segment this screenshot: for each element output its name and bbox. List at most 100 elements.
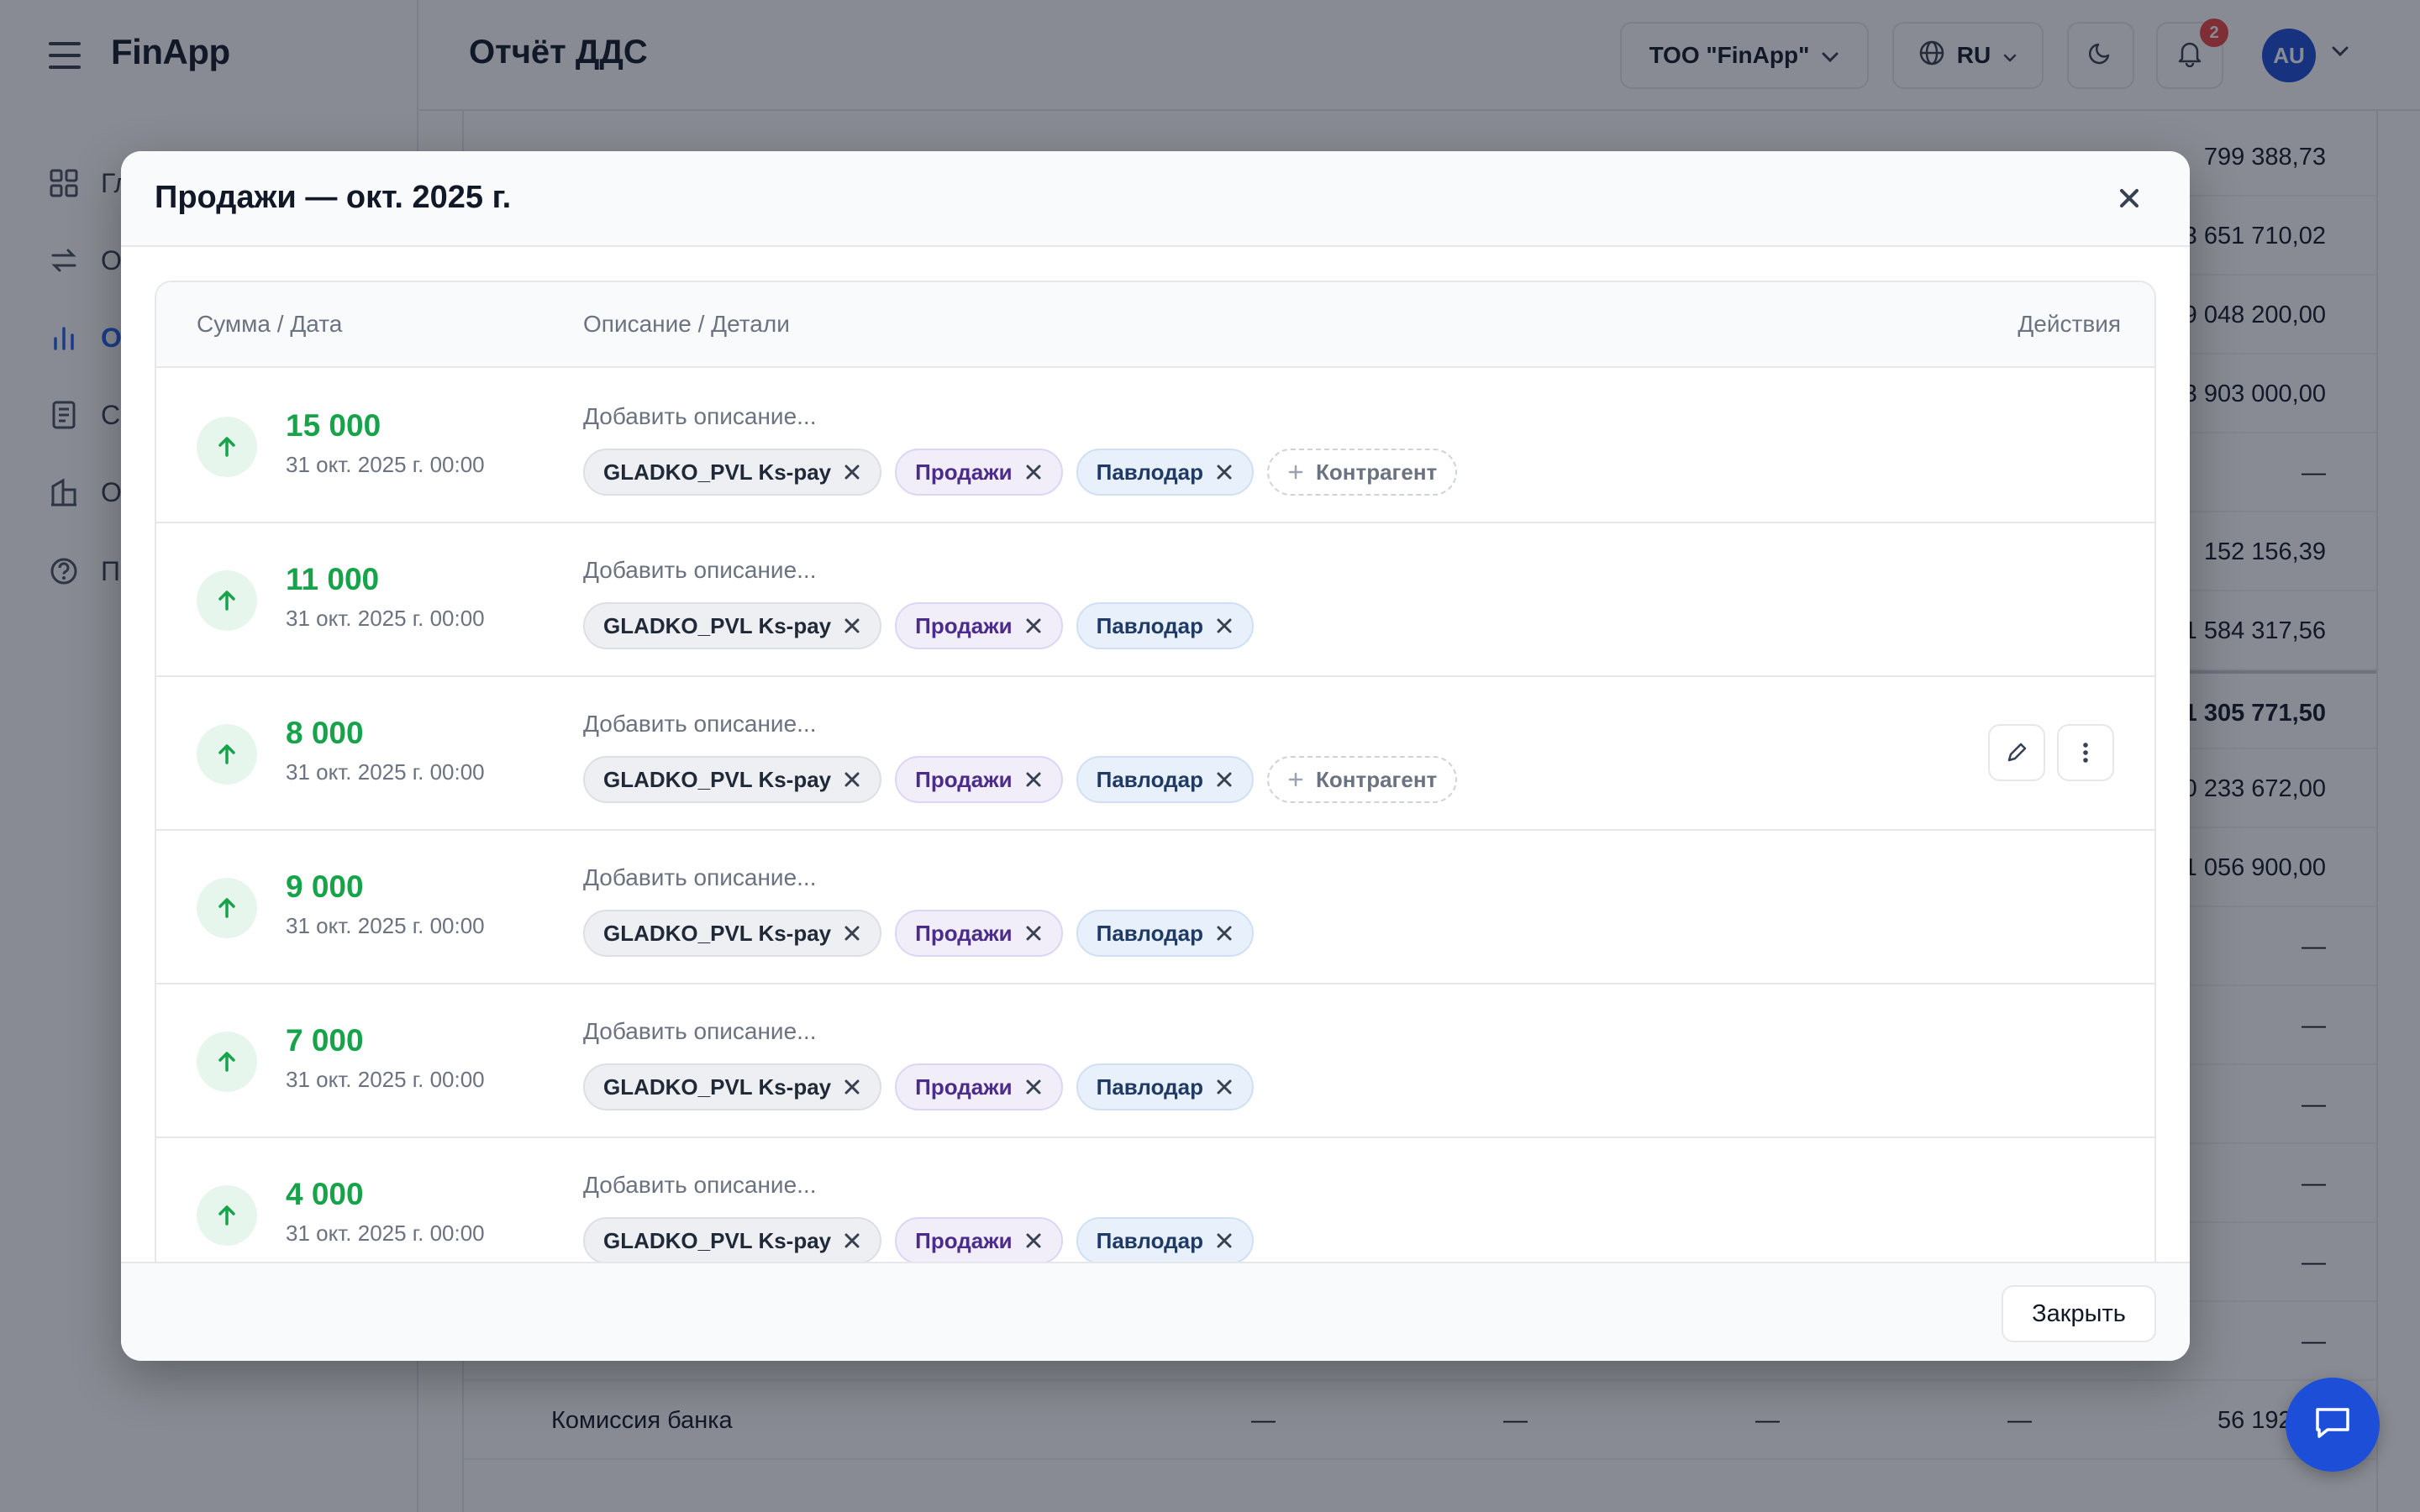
close-icon[interactable] bbox=[2112, 181, 2146, 215]
description-input[interactable]: Добавить описание... bbox=[583, 1018, 816, 1045]
add-counterparty-label: Контрагент bbox=[1316, 459, 1438, 485]
account-tag-label: GLADKO_PVL Ks-pay bbox=[603, 1074, 832, 1100]
description-input[interactable]: Добавить описание... bbox=[583, 711, 816, 738]
account-tag-label: GLADKO_PVL Ks-pay bbox=[603, 612, 832, 638]
category-tag-label: Продажи bbox=[915, 766, 1013, 792]
column-header-description: Описание / Детали bbox=[583, 311, 790, 337]
edit-button[interactable] bbox=[1988, 724, 2045, 781]
tag-list: GLADKO_PVL Ks-pay Продажи Павлодар bbox=[583, 602, 1254, 649]
more-vertical-icon bbox=[2082, 741, 2089, 764]
category-tag[interactable]: Продажи bbox=[895, 449, 1063, 496]
transaction-amount: 9 000 bbox=[286, 869, 364, 904]
close-button[interactable]: Закрыть bbox=[2002, 1285, 2156, 1342]
description-input[interactable]: Добавить описание... bbox=[583, 864, 816, 891]
description-input[interactable]: Добавить описание... bbox=[583, 403, 816, 430]
category-tag[interactable]: Продажи bbox=[895, 602, 1063, 649]
remove-tag-icon[interactable] bbox=[1215, 924, 1234, 942]
city-tag[interactable]: Павлодар bbox=[1076, 1063, 1254, 1110]
remove-tag-icon[interactable] bbox=[843, 1231, 861, 1250]
category-tag[interactable]: Продажи bbox=[895, 1217, 1063, 1264]
account-tag[interactable]: GLADKO_PVL Ks-pay bbox=[583, 756, 882, 803]
chat-button[interactable] bbox=[2286, 1378, 2380, 1472]
remove-tag-icon[interactable] bbox=[1215, 770, 1234, 789]
account-tag[interactable]: GLADKO_PVL Ks-pay bbox=[583, 602, 882, 649]
arrow-up-icon bbox=[197, 1032, 257, 1092]
remove-tag-icon[interactable] bbox=[843, 1078, 861, 1096]
account-tag[interactable]: GLADKO_PVL Ks-pay bbox=[583, 449, 882, 496]
table-header: Сумма / Дата Описание / Детали Действия bbox=[156, 282, 2154, 368]
remove-tag-icon[interactable] bbox=[843, 770, 861, 789]
add-counterparty-button[interactable]: Контрагент bbox=[1267, 449, 1458, 496]
account-tag-label: GLADKO_PVL Ks-pay bbox=[603, 766, 832, 792]
add-counterparty-label: Контрагент bbox=[1316, 766, 1438, 792]
remove-tag-icon[interactable] bbox=[1024, 1231, 1043, 1250]
transaction-amount: 8 000 bbox=[286, 716, 364, 750]
more-options-button[interactable] bbox=[2057, 724, 2114, 781]
city-tag-label: Павлодар bbox=[1096, 612, 1203, 638]
transaction-amount: 15 000 bbox=[286, 408, 381, 443]
city-tag-label: Павлодар bbox=[1096, 1074, 1203, 1100]
remove-tag-icon[interactable] bbox=[1024, 617, 1043, 635]
city-tag-label: Павлодар bbox=[1096, 920, 1203, 946]
transaction-date: 31 окт. 2025 г. 00:00 bbox=[286, 1221, 485, 1246]
city-tag[interactable]: Павлодар bbox=[1076, 449, 1254, 496]
city-tag[interactable]: Павлодар bbox=[1076, 1217, 1254, 1264]
remove-tag-icon[interactable] bbox=[1024, 1078, 1043, 1096]
plus-icon bbox=[1287, 771, 1304, 788]
transaction-row[interactable]: 11 000 31 окт. 2025 г. 00:00 Добавить опис… bbox=[156, 523, 2154, 677]
remove-tag-icon[interactable] bbox=[843, 617, 861, 635]
transaction-amount: 11 000 bbox=[286, 562, 380, 596]
account-tag[interactable]: GLADKO_PVL Ks-pay bbox=[583, 1063, 882, 1110]
pencil-icon bbox=[2005, 741, 2028, 764]
chat-icon bbox=[2311, 1401, 2354, 1449]
remove-tag-icon[interactable] bbox=[1024, 770, 1043, 789]
modal-footer: Закрыть bbox=[121, 1262, 2190, 1361]
transactions-table: Сумма / Дата Описание / Детали Действия … bbox=[155, 281, 2156, 1361]
add-counterparty-button[interactable]: Контрагент bbox=[1267, 756, 1458, 803]
remove-tag-icon[interactable] bbox=[843, 924, 861, 942]
description-input[interactable]: Добавить описание... bbox=[583, 1172, 816, 1199]
row-actions bbox=[1988, 724, 2114, 781]
remove-tag-icon[interactable] bbox=[843, 463, 861, 481]
transaction-amount: 7 000 bbox=[286, 1023, 364, 1058]
transaction-row[interactable]: 7 000 31 окт. 2025 г. 00:00 Добавить описа… bbox=[156, 984, 2154, 1138]
arrow-up-icon bbox=[197, 724, 257, 785]
column-header-actions: Действия bbox=[2018, 311, 2121, 337]
plus-icon bbox=[1287, 464, 1304, 480]
transaction-row[interactable]: 8 000 31 окт. 2025 г. 00:00 Добавить описа… bbox=[156, 677, 2154, 831]
remove-tag-icon[interactable] bbox=[1024, 463, 1043, 481]
description-input[interactable]: Добавить описание... bbox=[583, 557, 816, 584]
tag-list: GLADKO_PVL Ks-pay Продажи Павлодар bbox=[583, 1063, 1254, 1110]
tag-list: GLADKO_PVL Ks-pay Продажи Павлодар bbox=[583, 1217, 1254, 1264]
remove-tag-icon[interactable] bbox=[1215, 463, 1234, 481]
city-tag[interactable]: Павлодар bbox=[1076, 756, 1254, 803]
arrow-up-icon bbox=[197, 878, 257, 938]
remove-tag-icon[interactable] bbox=[1215, 1078, 1234, 1096]
category-tag[interactable]: Продажи bbox=[895, 910, 1063, 957]
remove-tag-icon[interactable] bbox=[1215, 1231, 1234, 1250]
category-tag-label: Продажи bbox=[915, 612, 1013, 638]
transaction-date: 31 окт. 2025 г. 00:00 bbox=[286, 1067, 485, 1092]
transaction-amount: 4 000 bbox=[286, 1177, 364, 1211]
account-tag[interactable]: GLADKO_PVL Ks-pay bbox=[583, 910, 882, 957]
modal-title: Продажи — окт. 2025 г. bbox=[155, 180, 512, 215]
transaction-row[interactable]: 9 000 31 окт. 2025 г. 00:00 Добавить описа… bbox=[156, 831, 2154, 984]
remove-tag-icon[interactable] bbox=[1215, 617, 1234, 635]
transaction-date: 31 окт. 2025 г. 00:00 bbox=[286, 759, 485, 785]
category-tag-label: Продажи bbox=[915, 459, 1013, 485]
account-tag[interactable]: GLADKO_PVL Ks-pay bbox=[583, 1217, 882, 1264]
arrow-up-icon bbox=[197, 570, 257, 631]
category-tag-label: Продажи bbox=[915, 1074, 1013, 1100]
tag-list: GLADKO_PVL Ks-pay Продажи Павлодар bbox=[583, 910, 1254, 957]
category-tag[interactable]: Продажи bbox=[895, 1063, 1063, 1110]
account-tag-label: GLADKO_PVL Ks-pay bbox=[603, 920, 832, 946]
category-tag[interactable]: Продажи bbox=[895, 756, 1063, 803]
city-tag[interactable]: Павлодар bbox=[1076, 910, 1254, 957]
transaction-row[interactable]: 15 000 31 окт. 2025 г. 00:00 Добавить опис… bbox=[156, 370, 2154, 523]
remove-tag-icon[interactable] bbox=[1024, 924, 1043, 942]
account-tag-label: GLADKO_PVL Ks-pay bbox=[603, 459, 832, 485]
city-tag-label: Павлодар bbox=[1096, 1227, 1203, 1253]
city-tag[interactable]: Павлодар bbox=[1076, 602, 1254, 649]
tag-list: GLADKO_PVL Ks-pay Продажи Павлодар Контраге… bbox=[583, 449, 1458, 496]
transaction-date: 31 окт. 2025 г. 00:00 bbox=[286, 913, 485, 938]
